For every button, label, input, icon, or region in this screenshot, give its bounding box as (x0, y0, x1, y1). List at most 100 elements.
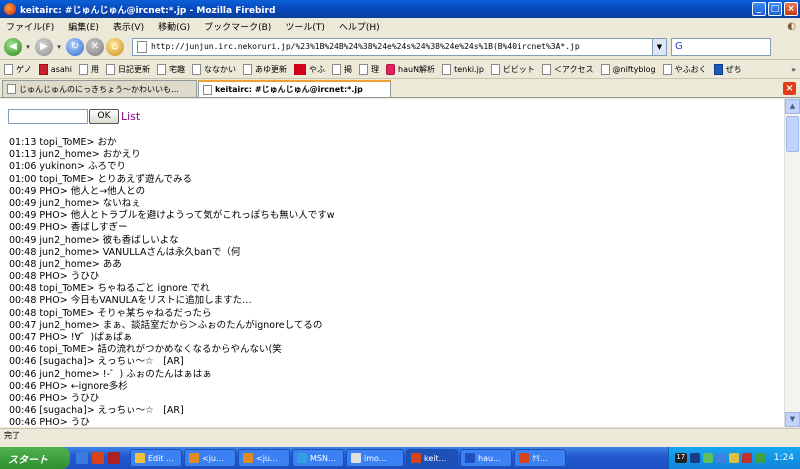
menu-help[interactable]: ヘルプ(H) (339, 20, 380, 33)
close-tab-icon[interactable]: × (783, 82, 796, 95)
start-label: スタート (8, 454, 48, 466)
bookmark-item[interactable]: ＜アクセス (541, 64, 594, 75)
bookmark-label: やふ (309, 65, 326, 74)
bookmark-label: tenki.jp (454, 65, 484, 74)
start-button[interactable]: スタート (0, 447, 70, 469)
message-input[interactable] (8, 109, 88, 124)
taskbar-button-label: MSN... (310, 453, 336, 463)
url-dropdown-icon[interactable]: ▼ (652, 38, 666, 55)
tab-label: じゅんじゅんのにっきちょう〜かわいいも… (19, 84, 179, 94)
scroll-down-icon[interactable]: ▼ (785, 412, 800, 427)
firebird-icon (4, 3, 16, 15)
tray-icon[interactable] (754, 453, 765, 463)
taskbar-button-label: keit... (424, 453, 447, 463)
taskbar-button[interactable]: keit... (406, 449, 458, 467)
forward-dropdown-icon[interactable]: ▾ (55, 38, 63, 56)
bookmark-item[interactable]: 用 (79, 64, 99, 75)
menubar: ファイル(F) 編集(E) 表示(V) 移動(G) ブックマーク(B) ツール(… (0, 18, 800, 34)
taskbar-button[interactable]: MSN... (292, 449, 344, 467)
bookmark-item[interactable]: やふ (294, 64, 325, 75)
back-dropdown-icon[interactable]: ▾ (24, 38, 32, 56)
bookmark-item[interactable]: あゆ更新 (243, 64, 287, 75)
bookmark-label: 用 (91, 65, 100, 74)
tray-icon[interactable] (715, 453, 726, 463)
bookmark-item[interactable]: hauN解析 (386, 64, 435, 75)
window-icon (189, 453, 199, 463)
close-window-button[interactable]: × (784, 2, 798, 16)
bookmark-item[interactable]: 掲 (332, 64, 352, 75)
menu-tools[interactable]: ツール(T) (285, 20, 325, 33)
bookmark-item[interactable]: 理 (359, 64, 379, 75)
home-icon[interactable]: ⌂ (106, 37, 124, 56)
bookmark-item[interactable]: 日記更新 (106, 64, 150, 75)
log-line: 00:49 PHO> 香ばしすぎー (9, 222, 128, 234)
search-input[interactable]: G (671, 37, 771, 56)
taskbar-button[interactable]: imo... (346, 449, 404, 467)
maximize-button[interactable]: □ (768, 2, 782, 16)
log-line: 00:49 jun2_home> ないねぇ (9, 197, 141, 209)
ok-button[interactable]: OK (89, 109, 119, 124)
bookmark-item[interactable]: asahi (38, 64, 72, 75)
log-line: 00:46 [sugacha]> えっちぃ〜☆ [AR] (9, 405, 184, 417)
app-icon[interactable] (108, 452, 120, 464)
tab-junjun-diary[interactable]: じゅんじゅんのにっきちょう〜かわいいも… (2, 80, 197, 97)
tab-label: keitairc: #じゅんじゅん@ircnet:*.jp (215, 85, 363, 94)
bookmarks-toolbar: ゲノ asahi 用 日記更新 宅趣 ななかい あゆ更新 やふ 掲 理 hauN… (0, 61, 800, 79)
menu-view[interactable]: 表示(V) (113, 20, 144, 33)
taskbar-button[interactable]: <ju... (238, 449, 290, 467)
log-line: 01:13 jun2_home> おかえり (9, 149, 141, 161)
minimize-button[interactable]: _ (752, 2, 766, 16)
reload-icon[interactable]: ↻ (66, 37, 84, 56)
scroll-up-icon[interactable]: ▲ (785, 99, 800, 114)
page-icon (137, 40, 147, 53)
tray-icon[interactable] (689, 453, 700, 463)
tray-icon[interactable] (702, 453, 713, 463)
window-icon (243, 453, 253, 463)
menu-file[interactable]: ファイル(F) (6, 20, 54, 33)
bookmark-item[interactable]: やふおく (662, 64, 707, 75)
tray-number[interactable]: 17 (674, 453, 687, 463)
folder-icon (192, 64, 202, 75)
log-line: 00:47 jun2_home> まぁ、談話室だから＞ふぉのたんがignoreし… (9, 319, 323, 331)
bookmark-item[interactable]: @niftyblog (600, 64, 656, 75)
list-link[interactable]: List (121, 110, 140, 123)
log-line: 00:46 PHO> うひ (9, 417, 90, 427)
bookmark-item[interactable]: ななかい (192, 64, 236, 75)
folder-icon (359, 64, 369, 75)
scroll-thumb[interactable] (786, 116, 799, 152)
page-icon (7, 84, 16, 94)
yahoo-icon (294, 64, 307, 75)
clock[interactable]: 1:24 (774, 453, 794, 463)
bookmark-item[interactable]: ゲノ (4, 64, 32, 75)
menu-bookmarks[interactable]: ブックマーク(B) (204, 20, 271, 33)
firebird-icon[interactable] (92, 452, 104, 464)
tray-icon[interactable] (741, 453, 752, 463)
forward-icon[interactable]: ▶ (35, 37, 53, 56)
vertical-scrollbar[interactable]: ▲ ▼ (784, 99, 800, 427)
d-icon (713, 64, 723, 75)
taskbar: スタート Edit ... <ju... <ju... MSN... imo..… (0, 447, 800, 469)
navigation-toolbar: ◀ ▾ ▶ ▾ ↻ ✕ ⌂ http://junjun.irc.nekoruri… (0, 34, 800, 60)
bookmark-label: あゆ更新 (255, 65, 288, 74)
stop-icon[interactable]: ✕ (86, 37, 104, 56)
bookmark-item[interactable]: tenki.jp (442, 64, 484, 75)
menu-edit[interactable]: 編集(E) (68, 20, 99, 33)
taskbar-button[interactable]: hau... (460, 449, 512, 467)
bookmark-item[interactable]: ぜち (713, 64, 742, 75)
status-text: 完了 (4, 431, 20, 440)
tray-icon[interactable] (728, 453, 739, 463)
bookmarks-more-button[interactable]: » (791, 65, 796, 74)
taskbar-button[interactable]: Edit ... (130, 449, 182, 467)
taskbar-button[interactable]: ｸﾘ... (514, 449, 566, 467)
bookmark-item[interactable]: 宅趣 (157, 64, 185, 75)
url-text[interactable]: http://junjun.irc.nekoruri.jp/%23%1B%24B… (151, 42, 652, 51)
menu-go[interactable]: 移動(G) (158, 20, 190, 33)
taskbar-button[interactable]: <ju... (184, 449, 236, 467)
tab-keitairc[interactable]: keitairc: #じゅんじゅん@ircnet:*.jp (198, 80, 391, 97)
back-icon[interactable]: ◀ (4, 37, 22, 56)
bookmark-item[interactable]: ビビット (490, 64, 535, 75)
ie-icon[interactable] (76, 452, 88, 464)
window-icon (351, 453, 361, 463)
bookmark-label: 理 (371, 65, 380, 74)
url-bar[interactable]: http://junjun.irc.nekoruri.jp/%23%1B%24B… (132, 37, 667, 56)
